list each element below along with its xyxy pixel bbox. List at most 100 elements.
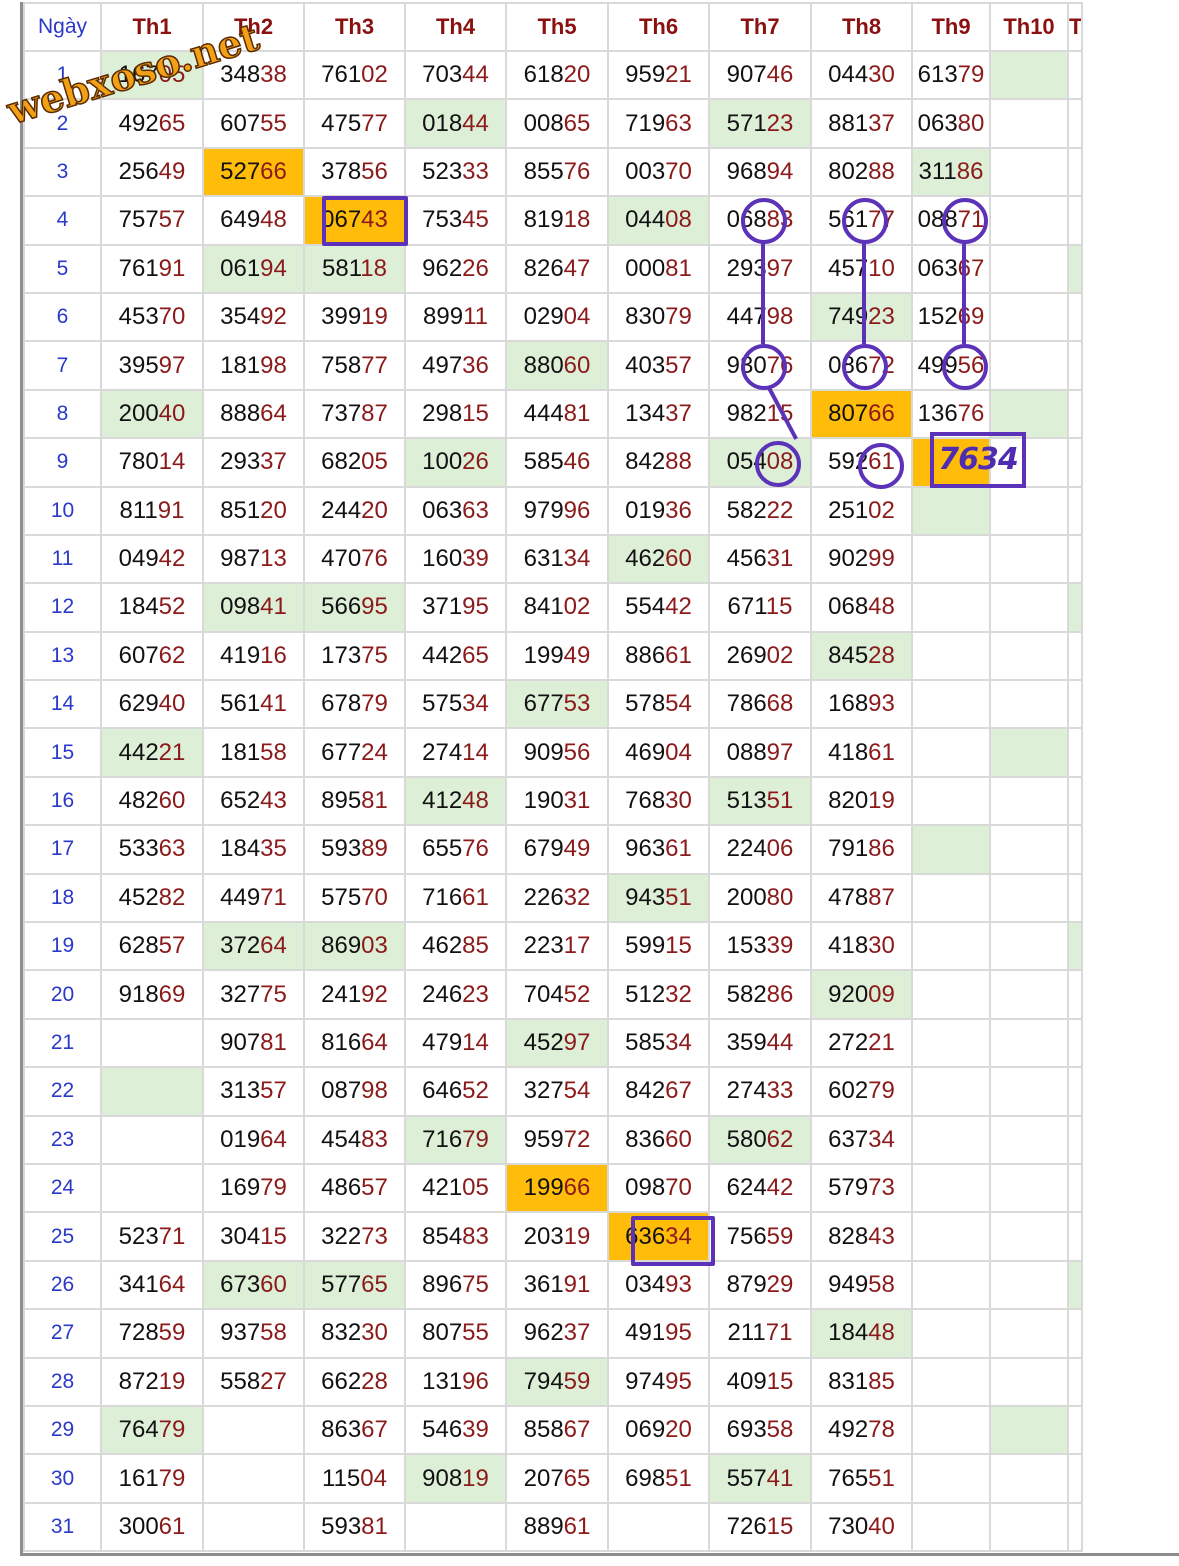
result-tail-digits: 96 [462, 1367, 489, 1395]
result-tail-digits: 53 [563, 690, 591, 718]
result-head-digits: 300 [118, 1512, 159, 1540]
result-cell [1067, 582, 1083, 633]
result-tail-digits: 61 [665, 835, 692, 863]
result-tail-digits: 97 [766, 254, 794, 282]
result-cell: 19031 [505, 775, 609, 827]
result-head-digits: 811 [119, 496, 158, 524]
day-number: 17 [23, 824, 102, 875]
day-number: 9 [23, 437, 102, 488]
result-tail-digits: 71 [158, 1222, 186, 1250]
result-tail-digits: 95 [361, 593, 388, 621]
result-cell [911, 1211, 991, 1262]
result-cell: 21171 [708, 1308, 812, 1359]
result-tail-digits: 76 [957, 399, 985, 427]
result-head-digits: 655 [422, 835, 463, 863]
result-cell: 81191 [100, 485, 204, 536]
result-tail-digits: 28 [868, 641, 895, 669]
result-head-digits: 872 [118, 1367, 159, 1395]
result-tail-digits: 16 [260, 641, 287, 669]
result-cell [1067, 49, 1083, 101]
result-cell: 56695 [303, 582, 406, 633]
result-cell: 59381 [303, 1501, 406, 1553]
result-cell: 30061 [100, 1501, 204, 1553]
result-tail-digits: 54 [563, 1077, 591, 1105]
annotation-line [962, 242, 966, 344]
result-head-digits: 753 [422, 206, 463, 234]
result-tail-digits: 44 [766, 1029, 794, 1056]
result-head-digits: 256 [118, 157, 159, 185]
result-tail-digits: 86 [868, 835, 895, 863]
result-tail-digits: 62 [766, 1125, 794, 1153]
result-head-digits: 631 [523, 545, 564, 573]
result-tail-digits: 98 [361, 1077, 388, 1105]
result-tail-digits: 81 [260, 1029, 287, 1056]
day-number: 31 [23, 1501, 102, 1553]
result-tail-digits: 58 [868, 1270, 895, 1298]
result-head-digits: 593 [321, 1512, 362, 1540]
header-th9: Th9 [911, 2, 991, 52]
result-tail-digits: 65 [361, 1270, 388, 1298]
day-number: 20 [23, 969, 102, 1020]
result-cell [911, 727, 991, 778]
result-cell: 82843 [810, 1211, 913, 1262]
result-tail-digits: 19 [563, 1222, 591, 1250]
result-cell: 75757 [100, 195, 204, 246]
result-cell [989, 679, 1069, 730]
result-tail-digits: 67 [563, 1416, 591, 1444]
result-tail-digits: 42 [158, 545, 186, 573]
result-head-digits: 169 [220, 1174, 261, 1202]
result-head-digits: 068 [828, 593, 869, 621]
result-cell: 76830 [607, 775, 710, 827]
result-head-digits: 607 [118, 641, 159, 669]
result-cell [989, 921, 1069, 972]
result-cell: 17375 [303, 630, 406, 682]
table-row: 3 25649 52766 37856 52333 85576 00370 96894 8028… [23, 146, 1083, 198]
result-cell: 89675 [404, 1259, 507, 1311]
result-cell: 13437 [607, 388, 710, 440]
result-cell: 84528 [810, 630, 913, 682]
result-cell [1067, 630, 1083, 682]
result-cell: 45370 [100, 291, 204, 343]
result-tail-digits: 81 [361, 1512, 388, 1540]
result-cell: 96894 [708, 146, 812, 198]
result-head-digits: 557 [726, 1464, 767, 1492]
result-tail-digits: 91 [157, 496, 185, 524]
result-cell [1067, 824, 1083, 875]
result-head-digits: 652 [220, 787, 261, 815]
result-tail-digits: 30 [361, 1319, 388, 1347]
result-head-digits: 949 [828, 1270, 869, 1298]
result-head-digits: 582 [726, 496, 767, 524]
result-head-digits: 087 [321, 1077, 362, 1105]
result-head-digits: 475 [321, 109, 362, 137]
result-tail-digits: 32 [563, 883, 591, 911]
result-cell: 67115 [708, 582, 812, 633]
result-head-digits: 044 [828, 61, 869, 89]
result-head-digits: 780 [118, 448, 159, 476]
result-head-digits: 637 [828, 1125, 869, 1153]
result-head-digits: 063 [422, 496, 463, 524]
header-th6: Th6 [607, 2, 710, 52]
header-th10: Th10 [989, 2, 1069, 52]
result-cell [911, 630, 991, 682]
result-cell: 57973 [810, 1162, 913, 1214]
result-cell: 31357 [202, 1066, 305, 1117]
table-row: 24 16979 48657 42105 19966 09870 62442 57973 [23, 1162, 1083, 1214]
result-cell: 57854 [607, 679, 710, 730]
result-head-digits: 088 [726, 738, 767, 766]
result-tail-digits: 65 [462, 641, 489, 669]
result-cell: 16893 [810, 679, 913, 730]
result-head-digits: 704 [523, 980, 564, 1008]
result-cell: 85120 [202, 485, 305, 536]
result-head-digits: 579 [828, 1174, 869, 1202]
result-tail-digits: 02 [868, 496, 895, 524]
result-tail-digits: 20 [260, 496, 287, 524]
result-cell: 78668 [708, 679, 812, 730]
result-cell [911, 1259, 991, 1311]
result-cell [1067, 437, 1083, 488]
result-tail-digits: 67 [361, 1416, 388, 1444]
result-cell [911, 533, 991, 585]
result-tail-digits: 34 [868, 1125, 895, 1153]
result-head-digits: 671 [727, 593, 766, 621]
result-cell: 19949 [505, 630, 609, 682]
annotation-circle [755, 441, 801, 487]
